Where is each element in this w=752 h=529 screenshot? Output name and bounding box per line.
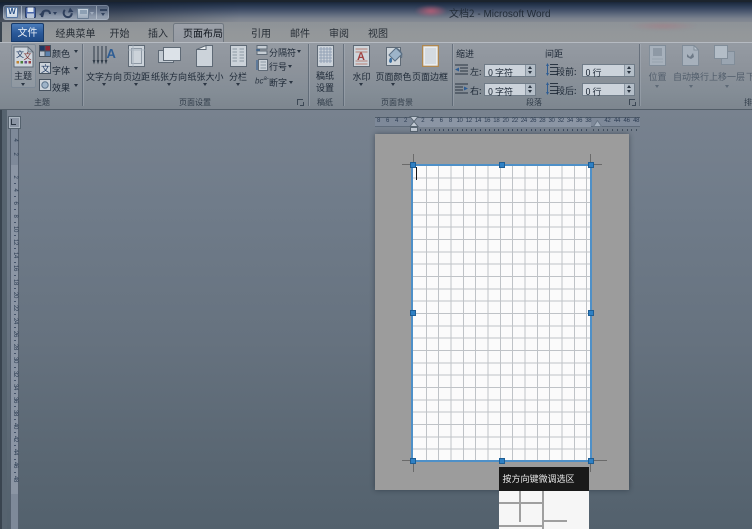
svg-text:A: A xyxy=(357,51,365,63)
svg-text:A: A xyxy=(107,46,117,61)
svg-text:文: 文 xyxy=(41,62,50,74)
svg-text:文: 文 xyxy=(23,51,31,62)
